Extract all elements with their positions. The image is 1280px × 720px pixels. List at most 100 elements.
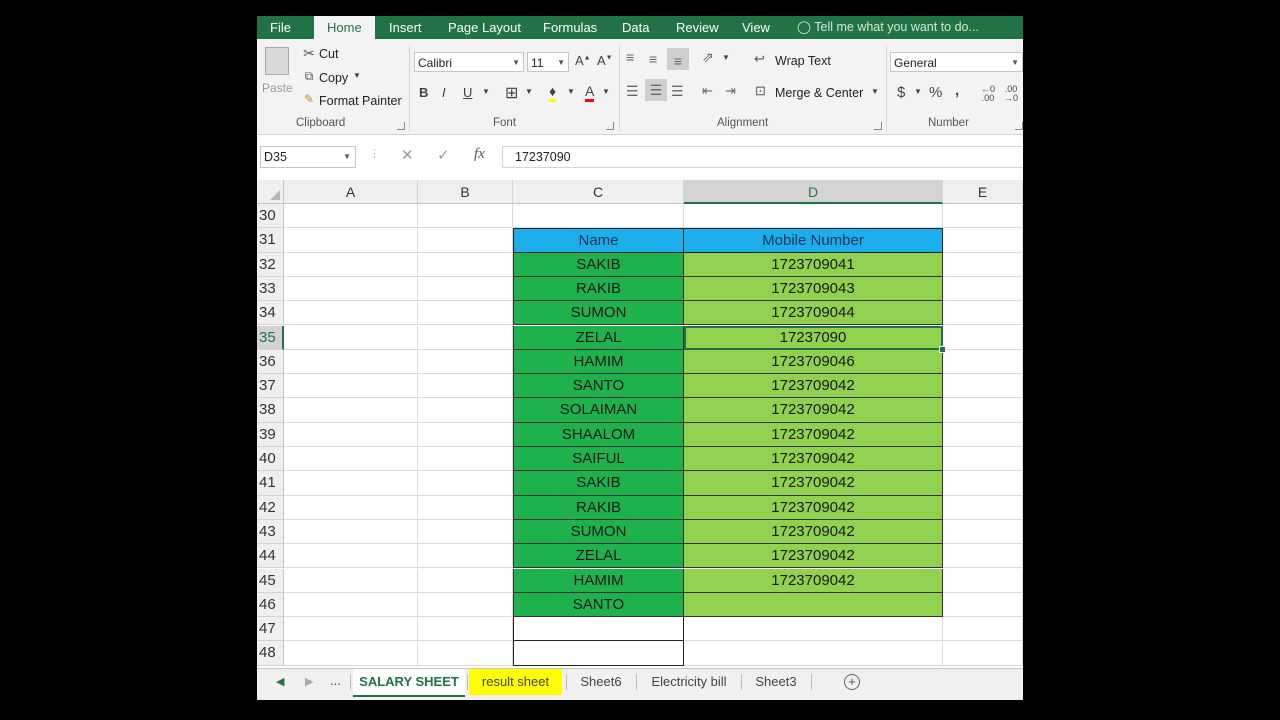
row-header-32[interactable]: 32 bbox=[257, 252, 284, 277]
font-name-select[interactable]: Calibri ▼ bbox=[414, 52, 524, 72]
cell-a44[interactable] bbox=[284, 544, 418, 569]
merge-center-button[interactable]: Merge & Center bbox=[775, 86, 863, 100]
row-header-43[interactable]: 43 bbox=[257, 519, 284, 545]
mobile-number-cell[interactable]: 1723709042 bbox=[684, 568, 943, 593]
column-header-a[interactable]: A bbox=[284, 180, 418, 204]
scroll-left-icon[interactable]: ◀ bbox=[276, 675, 284, 688]
sheet-tab-sheet6[interactable]: Sheet6 bbox=[569, 669, 633, 695]
table-header-name[interactable]: Name bbox=[513, 228, 684, 253]
tab-review[interactable]: Review bbox=[676, 16, 719, 39]
cell-b34[interactable] bbox=[418, 301, 513, 326]
cut-button[interactable]: Cut bbox=[319, 47, 338, 61]
cell-d48[interactable] bbox=[684, 641, 943, 666]
name-cell[interactable]: SAKIB bbox=[513, 252, 684, 277]
row-header-42[interactable]: 42 bbox=[257, 495, 284, 520]
row-header-40[interactable]: 40 bbox=[257, 447, 284, 472]
name-cell[interactable]: RAKIB bbox=[513, 495, 684, 520]
name-cell[interactable]: SAKIB bbox=[513, 471, 684, 496]
cell-a38[interactable] bbox=[284, 398, 418, 423]
cell-e47[interactable] bbox=[943, 617, 1023, 642]
row-header-44[interactable]: 44 bbox=[257, 544, 284, 569]
align-top-icon[interactable]: ≡ bbox=[626, 49, 634, 65]
cell-e34[interactable] bbox=[943, 301, 1023, 326]
align-left-icon[interactable]: ☰ bbox=[626, 83, 639, 100]
align-middle-icon[interactable]: ≡ bbox=[649, 51, 657, 67]
align-right-icon[interactable]: ☰ bbox=[671, 83, 684, 100]
font-size-select[interactable]: 11 ▼ bbox=[527, 52, 569, 72]
cell-a36[interactable] bbox=[284, 349, 418, 375]
mobile-number-cell[interactable]: 1723709044 bbox=[684, 301, 943, 326]
mobile-number-cell[interactable]: 1723709042 bbox=[684, 422, 943, 447]
fill-handle[interactable] bbox=[939, 345, 946, 353]
cell-b42[interactable] bbox=[418, 495, 513, 520]
underline-icon[interactable]: U bbox=[463, 85, 472, 100]
chevron-down-icon[interactable]: ▼ bbox=[567, 87, 575, 96]
cell-b40[interactable] bbox=[418, 447, 513, 472]
cell-b48[interactable] bbox=[418, 641, 513, 666]
mobile-number-cell[interactable]: 1723709042 bbox=[684, 519, 943, 545]
increase-indent-icon[interactable]: ⇥ bbox=[725, 83, 736, 99]
cell-b41[interactable] bbox=[418, 471, 513, 496]
cell-a35[interactable] bbox=[284, 325, 418, 350]
name-cell[interactable]: SUMON bbox=[513, 519, 684, 545]
font-color-icon[interactable]: A bbox=[585, 83, 595, 102]
comma-style-icon[interactable]: , bbox=[955, 82, 959, 99]
mobile-number-cell[interactable]: 1723709042 bbox=[684, 471, 943, 496]
decrease-font-icon[interactable]: A▼ bbox=[597, 53, 613, 68]
mobile-number-cell[interactable] bbox=[684, 592, 943, 618]
fill-color-icon[interactable]: ♦ bbox=[549, 83, 557, 102]
cell-c47[interactable] bbox=[513, 617, 684, 642]
cell-e48[interactable] bbox=[943, 641, 1023, 666]
cell-a31[interactable] bbox=[284, 228, 418, 253]
cell-b43[interactable] bbox=[418, 519, 513, 545]
cell-b32[interactable] bbox=[418, 252, 513, 277]
cell-e44[interactable] bbox=[943, 544, 1023, 569]
mobile-number-cell[interactable]: 1723709041 bbox=[684, 252, 943, 277]
orientation-icon[interactable]: ⇗ bbox=[702, 49, 714, 66]
enter-icon[interactable]: ✓ bbox=[437, 146, 450, 164]
cell-b46[interactable] bbox=[418, 592, 513, 618]
cell-a39[interactable] bbox=[284, 422, 418, 447]
row-header-35[interactable]: 35 bbox=[257, 325, 284, 350]
row-header-34[interactable]: 34 bbox=[257, 301, 284, 326]
cell-a42[interactable] bbox=[284, 495, 418, 520]
tab-data[interactable]: Data bbox=[622, 16, 649, 39]
tell-me-box[interactable]: ◯ Tell me what you want to do... bbox=[797, 16, 979, 39]
cell-a46[interactable] bbox=[284, 592, 418, 618]
chevron-down-icon[interactable]: ▼ bbox=[871, 87, 879, 96]
mobile-number-cell[interactable]: 1723709042 bbox=[684, 495, 943, 520]
chevron-down-icon[interactable]: ▼ bbox=[914, 87, 922, 96]
cell-e39[interactable] bbox=[943, 422, 1023, 447]
name-cell[interactable]: HAMIM bbox=[513, 568, 684, 593]
cell-e35[interactable] bbox=[943, 325, 1023, 350]
row-header-38[interactable]: 38 bbox=[257, 398, 284, 423]
cell-b30[interactable] bbox=[418, 204, 513, 229]
mobile-number-cell[interactable]: 1723709042 bbox=[684, 447, 943, 472]
sheet-tab-sheet3[interactable]: Sheet3 bbox=[744, 669, 808, 695]
row-header-45[interactable]: 45 bbox=[257, 568, 284, 593]
alignment-launcher-icon[interactable] bbox=[874, 122, 882, 130]
cell-e40[interactable] bbox=[943, 447, 1023, 472]
add-sheet-icon[interactable]: + bbox=[844, 674, 860, 690]
cell-b44[interactable] bbox=[418, 544, 513, 569]
cell-a45[interactable] bbox=[284, 568, 418, 593]
column-header-d[interactable]: D bbox=[684, 180, 943, 204]
name-cell[interactable]: SANTO bbox=[513, 592, 684, 618]
borders-icon[interactable]: ⊞ bbox=[505, 83, 518, 103]
row-header-46[interactable]: 46 bbox=[257, 592, 284, 618]
cell-a48[interactable] bbox=[284, 641, 418, 666]
cell-b35[interactable] bbox=[418, 325, 513, 350]
align-center-icon[interactable]: ☰ bbox=[645, 79, 667, 101]
row-header-48[interactable]: 48 bbox=[257, 641, 284, 666]
cell-a33[interactable] bbox=[284, 276, 418, 302]
cell-b45[interactable] bbox=[418, 568, 513, 593]
name-cell[interactable]: SAIFUL bbox=[513, 447, 684, 472]
tab-file[interactable]: File bbox=[270, 16, 291, 39]
name-cell[interactable]: ZELAL bbox=[513, 325, 684, 350]
decrease-indent-icon[interactable]: ⇤ bbox=[702, 83, 713, 99]
cell-e32[interactable] bbox=[943, 252, 1023, 277]
cell-a43[interactable] bbox=[284, 519, 418, 545]
tab-home[interactable]: Home bbox=[314, 16, 375, 41]
cell-d47[interactable] bbox=[684, 617, 943, 642]
sheet-tab-electricity-bill[interactable]: Electricity bill bbox=[639, 669, 739, 695]
